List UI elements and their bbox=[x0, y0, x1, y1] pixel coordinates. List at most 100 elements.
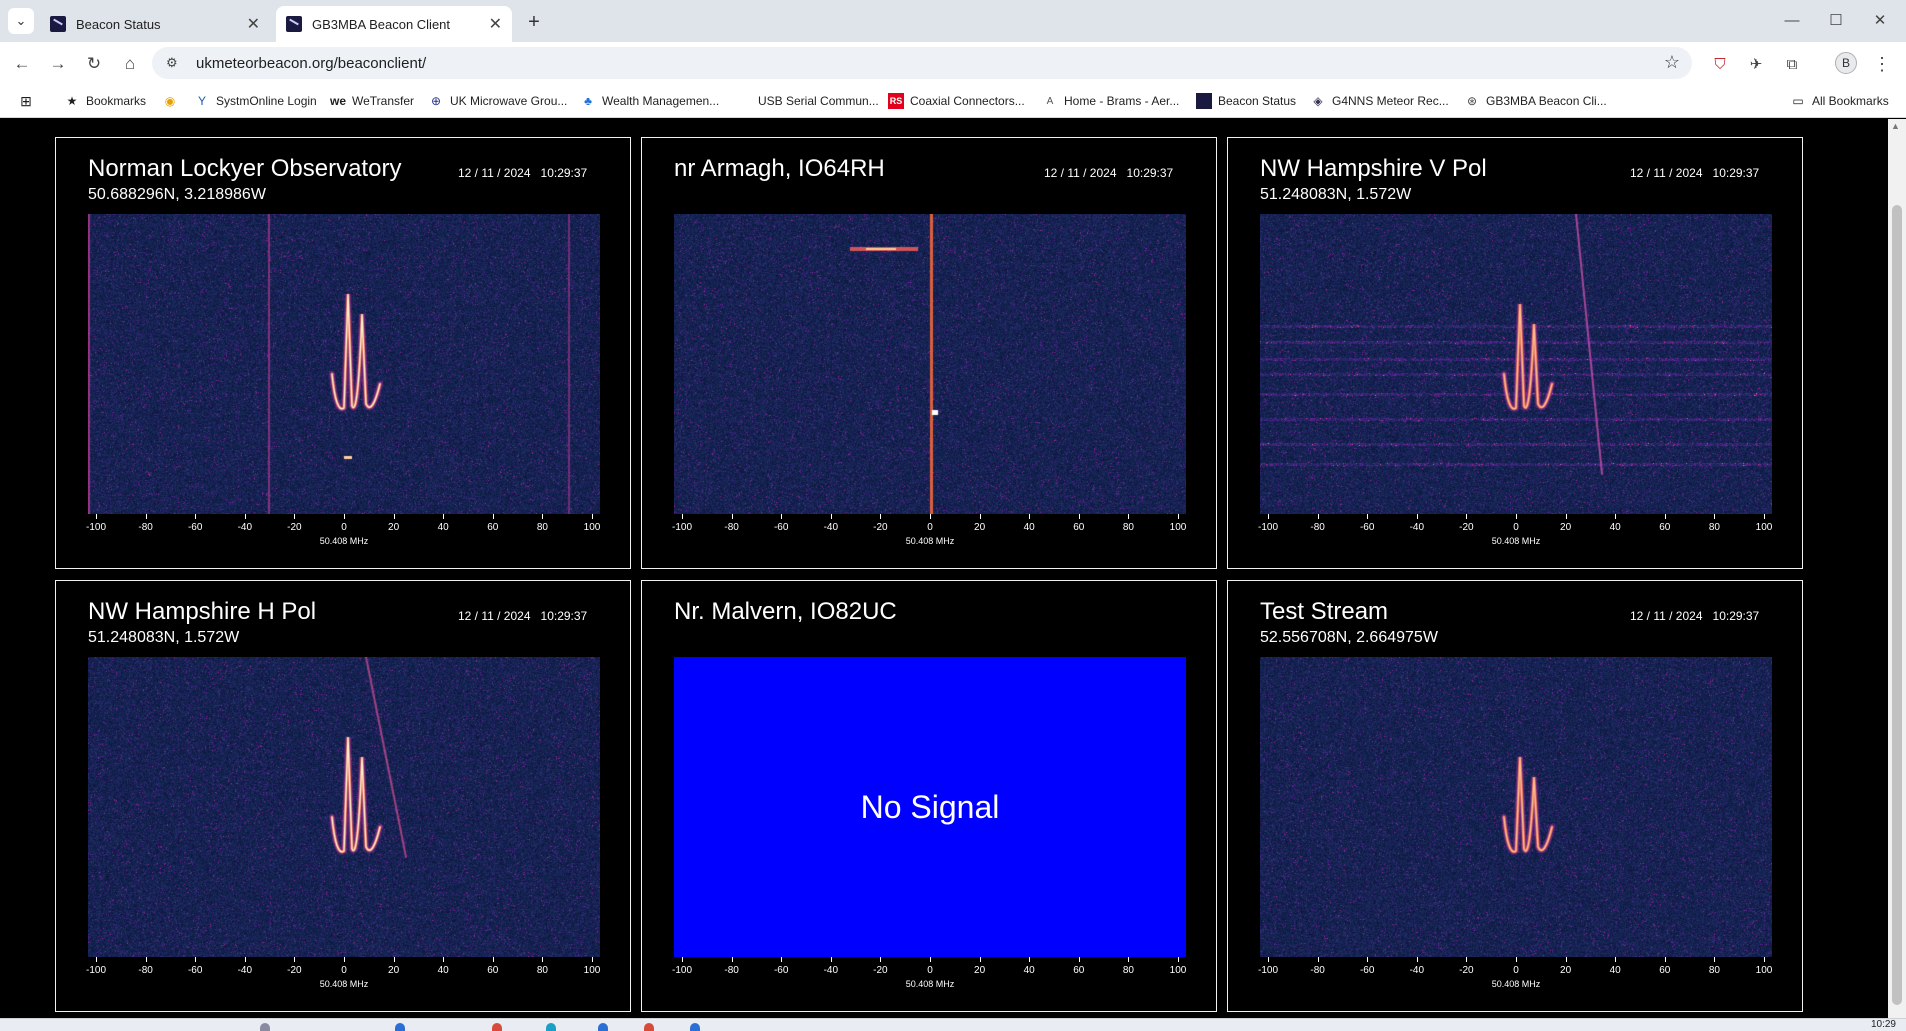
axis-tick bbox=[1664, 957, 1666, 962]
rs-icon: RS bbox=[888, 93, 904, 109]
scrollbar-thumb[interactable] bbox=[1892, 205, 1902, 1005]
page-scrollbar[interactable]: ▲ bbox=[1888, 119, 1906, 1018]
axis-tick-label: -80 bbox=[1310, 965, 1325, 976]
close-icon[interactable]: ✕ bbox=[489, 14, 502, 34]
taskbar-app-icon[interactable] bbox=[546, 1023, 556, 1031]
axis-tick bbox=[880, 514, 882, 519]
browser-toolbar: ← → ↻ ⌂ ⚙ ukmeteorbeacon.org/beaconclien… bbox=[0, 42, 1906, 84]
axis-tick-label: -100 bbox=[85, 965, 106, 976]
axis-tick bbox=[1029, 514, 1031, 519]
taskbar-app-icon[interactable] bbox=[260, 1023, 270, 1031]
close-icon[interactable]: ✕ bbox=[247, 14, 260, 34]
no-signal-text: No Signal bbox=[860, 788, 1000, 825]
axis-tick-label: -20 bbox=[287, 522, 302, 533]
waterfall-display bbox=[88, 657, 600, 957]
axis-tick bbox=[731, 957, 733, 962]
bookmark-label: All Bookmarks bbox=[1812, 94, 1889, 108]
forward-button[interactable]: → bbox=[44, 50, 72, 78]
new-tab-button[interactable]: + bbox=[520, 8, 548, 36]
extension-pocket-icon[interactable]: ⛉ bbox=[1708, 52, 1732, 76]
beacon-favicon-icon bbox=[50, 16, 66, 32]
tab-search-button[interactable]: ⌄ bbox=[8, 8, 34, 34]
minimize-button[interactable]: — bbox=[1770, 0, 1814, 40]
bookmark-item[interactable]: ★ Bookmarks bbox=[64, 92, 146, 110]
axis-tick bbox=[393, 514, 395, 519]
taskbar-app-icon[interactable] bbox=[690, 1023, 700, 1031]
bookmark-item[interactable]: USB Serial Commun... bbox=[736, 92, 879, 110]
axis-tick bbox=[1416, 514, 1418, 519]
frequency-axis: -100 -80 -60 -40 -20 0 20 40 60 80 100 50.408 MHz bbox=[1258, 957, 1772, 1007]
axis-tick-label: -80 bbox=[138, 522, 153, 533]
bookmark-item[interactable]: Beacon Status bbox=[1196, 92, 1296, 110]
bookmark-item[interactable]: ♣ Wealth Managemen... bbox=[580, 92, 719, 110]
taskbar-app-icon[interactable] bbox=[492, 1023, 502, 1031]
axis-tick-label: 20 bbox=[974, 965, 986, 976]
axis-tick-label: -40 bbox=[237, 522, 253, 533]
bookmark-item[interactable]: ⊕ UK Microwave Grou... bbox=[428, 92, 567, 110]
panel-date: 12 / 11 / 2024 bbox=[458, 609, 531, 623]
axis-tick-label: 100 bbox=[1169, 522, 1187, 533]
minimize-icon: — bbox=[1784, 11, 1800, 29]
taskbar-app-icon[interactable] bbox=[395, 1023, 405, 1031]
address-bar[interactable]: ⚙ ukmeteorbeacon.org/beaconclient/ ☆ bbox=[152, 47, 1692, 79]
panel-title: Nr. Malvern, IO82UC bbox=[674, 598, 897, 625]
axis-tick bbox=[830, 957, 832, 962]
taskbar-app-icon[interactable] bbox=[644, 1023, 654, 1031]
axis-tick-label: 100 bbox=[583, 522, 601, 533]
apps-grid-icon: ⊞ bbox=[20, 92, 32, 109]
window-close-button[interactable]: ✕ bbox=[1858, 0, 1902, 40]
reload-button[interactable]: ↻ bbox=[80, 50, 108, 78]
extension-bird-icon[interactable]: ✈ bbox=[1744, 52, 1768, 76]
bookmark-star-icon[interactable]: ☆ bbox=[1664, 52, 1680, 73]
axis-tick-label: -40 bbox=[237, 965, 253, 976]
frequency-label: 50.408 MHz bbox=[1491, 536, 1541, 546]
tab-gb3mba-beacon-client[interactable]: GB3MBA Beacon Client ✕ bbox=[276, 6, 512, 42]
taskbar-app-icon[interactable] bbox=[598, 1023, 608, 1031]
url-text[interactable]: ukmeteorbeacon.org/beaconclient/ bbox=[196, 55, 426, 72]
panel-date: 12 / 11 / 2024 bbox=[1630, 609, 1703, 623]
axis-tick-label: -100 bbox=[1257, 522, 1278, 533]
panel-coordinates: 50.688296N, 3.218986W bbox=[88, 186, 266, 203]
axis-tick bbox=[880, 957, 882, 962]
waterfall-display bbox=[88, 214, 600, 514]
wealth-icon: ♣ bbox=[584, 94, 592, 108]
menu-kebab-icon[interactable]: ⋮ bbox=[1870, 52, 1894, 76]
profile-avatar[interactable]: B bbox=[1835, 52, 1857, 74]
apps-button[interactable]: ⊞ bbox=[18, 92, 40, 110]
bookmark-item[interactable]: we WeTransfer bbox=[330, 92, 414, 110]
bookmark-item[interactable]: A Home - Brams - Aer... bbox=[1042, 92, 1180, 110]
beacon-client-page: Norman Lockyer Observatory 50.688296N, 3… bbox=[0, 119, 1888, 1018]
bookmark-item[interactable]: Y SystmOnline Login bbox=[194, 92, 317, 110]
axis-tick bbox=[1128, 957, 1130, 962]
bookmark-label: USB Serial Commun... bbox=[758, 94, 879, 108]
axis-tick bbox=[682, 957, 683, 962]
bookmark-item[interactable]: RS Coaxial Connectors... bbox=[888, 92, 1025, 110]
axis-tick-label: 0 bbox=[1513, 965, 1519, 976]
all-bookmarks-button[interactable]: ▭ All Bookmarks bbox=[1790, 92, 1889, 110]
bookmark-item[interactable]: ◉ bbox=[162, 92, 184, 110]
scroll-up-icon[interactable]: ▲ bbox=[1891, 121, 1900, 131]
panel-coordinates: 52.556708N, 2.664975W bbox=[1260, 629, 1438, 646]
axis-tick-label: -20 bbox=[1459, 965, 1474, 976]
tab-beacon-status[interactable]: Beacon Status ✕ bbox=[40, 6, 270, 42]
axis-tick bbox=[145, 957, 147, 962]
chevron-down-icon: ⌄ bbox=[15, 13, 27, 28]
axis-tick-label: 40 bbox=[437, 965, 449, 976]
frequency-axis: -100 -80 -60 -40 -20 0 20 40 60 80 100 50.408 MHz bbox=[1258, 514, 1772, 564]
site-settings-icon[interactable]: ⚙ bbox=[166, 55, 188, 71]
home-button[interactable]: ⌂ bbox=[116, 50, 144, 78]
axis-tick-label: 80 bbox=[1708, 965, 1720, 976]
extensions-puzzle-icon[interactable]: ⧉ bbox=[1780, 52, 1804, 76]
plus-icon: + bbox=[528, 10, 540, 33]
axis-tick-label: 80 bbox=[1122, 522, 1134, 533]
panel-title: NW Hampshire V Pol bbox=[1260, 155, 1487, 182]
back-button[interactable]: ← bbox=[8, 50, 36, 78]
axis-tick bbox=[294, 514, 296, 519]
bookmark-item[interactable]: ⊛ GB3MBA Beacon Cli... bbox=[1464, 92, 1607, 110]
panel-time: 10:29:37 bbox=[1712, 609, 1760, 623]
maximize-button[interactable]: ☐ bbox=[1814, 0, 1858, 40]
bookmark-item[interactable]: ◈ G4NNS Meteor Rec... bbox=[1310, 92, 1448, 110]
panel-time: 10:29:37 bbox=[540, 609, 588, 623]
axis-tick bbox=[1466, 957, 1468, 962]
axis-tick-label: 20 bbox=[1560, 965, 1572, 976]
